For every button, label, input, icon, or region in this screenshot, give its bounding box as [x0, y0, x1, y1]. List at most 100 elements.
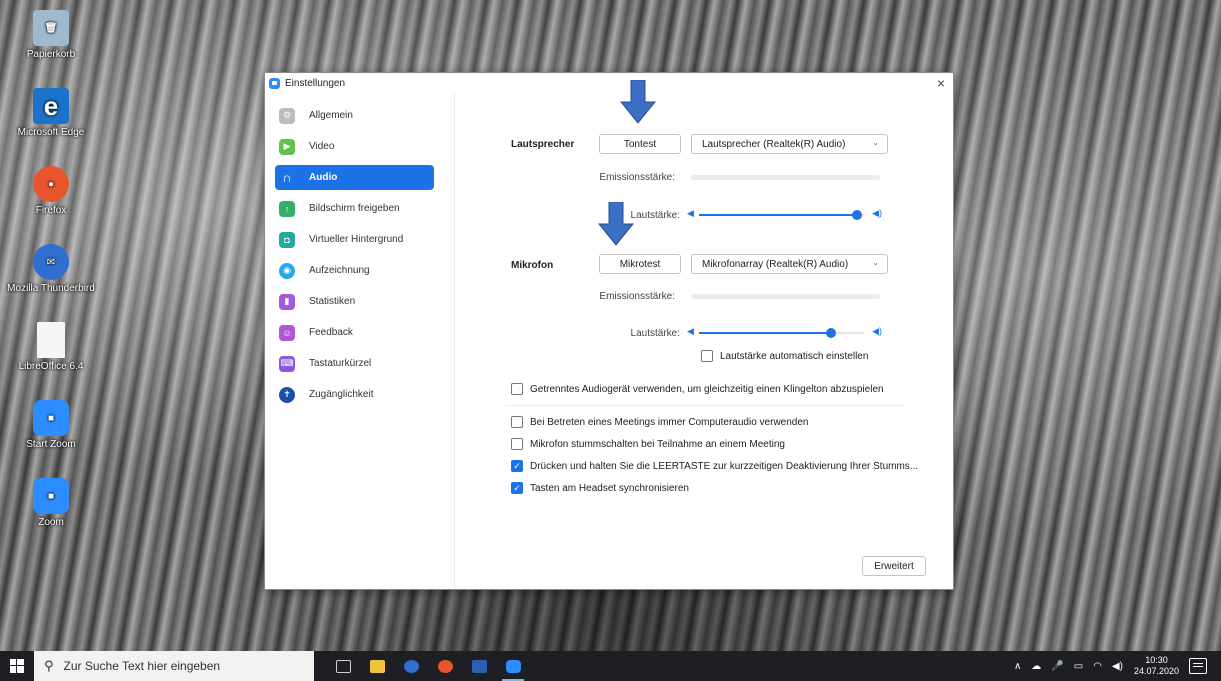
speaker-emission-label: Emissionsstärke: — [599, 172, 675, 183]
checkbox-label: Bei Betreten eines Meetings immer Comput… — [530, 416, 809, 428]
speaker-volume-slider[interactable]: ◀ ◀) — [687, 208, 882, 222]
slider-handle[interactable] — [852, 210, 863, 220]
windows-icon — [10, 659, 24, 673]
gear-icon: ⚙ — [279, 107, 295, 124]
mic-volume-slider[interactable]: ◀ ◀) — [687, 326, 882, 340]
desktop-icon-label: Start Zoom — [26, 439, 76, 450]
desktop-icon-thunderbird[interactable]: ✉ Mozilla Thunderbird — [6, 244, 96, 294]
wifi-icon[interactable]: ◠ — [1093, 661, 1102, 672]
start-button[interactable] — [0, 651, 34, 681]
sidebar-item-tastaturkuerzel[interactable]: ⌨ Tastaturkürzel — [275, 351, 434, 376]
taskbar-thunderbird[interactable] — [394, 651, 428, 681]
audio-settings-panel: Lautsprecher Tontest Lautsprecher (Realt… — [455, 93, 953, 589]
chevron-up-icon[interactable]: ∧ — [1014, 661, 1021, 672]
sidebar-item-label: Zugänglichkeit — [309, 389, 374, 400]
search-icon: ⚲ — [44, 658, 54, 673]
test-mic-button[interactable]: Mikrotest — [599, 254, 681, 274]
clock-date: 24.07.2020 — [1133, 666, 1179, 676]
taskbar-word[interactable] — [462, 651, 496, 681]
checkbox-box — [511, 383, 523, 395]
sidebar-item-aufzeichnung[interactable]: ◉ Aufzeichnung — [275, 258, 434, 283]
option-spacebar-unmute-checkbox[interactable]: ✓ Drücken und halten Sie die LEERTASTE z… — [511, 460, 918, 472]
task-view-icon — [335, 659, 351, 673]
sidebar-item-bildschirm-freigeben[interactable]: ↑ Bildschirm freigeben — [275, 196, 434, 221]
libreoffice-icon — [37, 322, 65, 358]
sidebar-item-label: Video — [309, 141, 335, 152]
mic-device-select[interactable]: Mikrofonarray (Realtek(R) Audio) ⌄ — [691, 254, 888, 274]
sidebar-item-video[interactable]: ▶ Video — [275, 134, 434, 159]
taskbar-search-box[interactable]: ⚲ Zur Suche Text hier eingeben — [34, 651, 314, 681]
volume-icon[interactable]: ◀) — [1112, 661, 1123, 672]
checkbox-label: Drücken und halten Sie die LEERTASTE zur… — [530, 460, 919, 472]
sidebar-item-zugaenglichkeit[interactable]: ✝ Zugänglichkeit — [275, 382, 434, 407]
desktop-icon-label: Microsoft Edge — [17, 127, 85, 138]
taskbar-task-view[interactable] — [326, 651, 360, 681]
settings-dialog: Einstellungen × ⚙ Allgemein ▶ Video ∩ Au… — [264, 72, 954, 590]
option-separate-ringtone-checkbox[interactable]: Getrenntes Audiogerät verwenden, um glei… — [511, 383, 884, 395]
battery-icon[interactable]: ▭ — [1074, 661, 1083, 672]
speaker-device-select[interactable]: Lautsprecher (Realtek(R) Audio) ⌄ — [691, 134, 888, 154]
cloud-icon[interactable]: ☁ — [1031, 661, 1041, 672]
desktop-icon-recycle-bin[interactable]: 🗑 Papierkorb — [6, 10, 96, 60]
sidebar-item-virtueller-hintergrund[interactable]: ◘ Virtueller Hintergrund — [275, 227, 434, 252]
record-icon: ◉ — [279, 262, 295, 279]
person-icon: ◘ — [279, 231, 295, 248]
speaker-device-value: Lautsprecher (Realtek(R) Audio) — [702, 138, 846, 150]
zoom-icon — [269, 77, 280, 89]
option-mute-mic-checkbox[interactable]: Mikrofon stummschalten bei Teilnahme an … — [511, 438, 785, 450]
speaker-low-icon: ◀ — [687, 326, 694, 336]
close-icon[interactable]: × — [937, 75, 945, 91]
sidebar-item-label: Allgemein — [309, 110, 353, 121]
sidebar-item-audio[interactable]: ∩ Audio — [275, 165, 434, 190]
microphone-icon[interactable]: 🎤 — [1051, 661, 1063, 672]
option-computer-audio-checkbox[interactable]: Bei Betreten eines Meetings immer Comput… — [511, 416, 808, 428]
sidebar-item-statistiken[interactable]: ▮ Statistiken — [275, 289, 434, 314]
desktop-icon-zoom[interactable]: ■ Zoom — [6, 478, 96, 528]
checkbox-label: Getrenntes Audiogerät verwenden, um glei… — [530, 383, 884, 395]
checkmark-icon: ✓ — [511, 460, 523, 472]
annotation-arrow-icon — [620, 80, 656, 124]
desktop-icon-label: LibreOffice 6.4 — [18, 361, 84, 372]
desktop-icon-firefox[interactable]: ● Firefox — [6, 166, 96, 216]
desktop-icon-libreoffice[interactable]: LibreOffice 6.4 — [6, 322, 96, 372]
checkbox-box — [511, 438, 523, 450]
sidebar-item-label: Feedback — [309, 327, 353, 338]
accessibility-icon: ✝ — [279, 386, 295, 403]
slider-handle[interactable] — [826, 328, 836, 338]
search-placeholder: Zur Suche Text hier eingeben — [63, 659, 221, 673]
sidebar-item-label: Bildschirm freigeben — [309, 203, 400, 214]
advanced-button[interactable]: Erweitert — [862, 556, 926, 576]
desktop-icon-label: Zoom — [38, 517, 64, 528]
checkbox-label: Mikrofon stummschalten bei Teilnahme an … — [530, 438, 785, 450]
auto-adjust-volume-checkbox[interactable]: Lautstärke automatisch einstellen — [701, 350, 868, 362]
taskbar-clock[interactable]: 10:30 24.07.2020 — [1134, 655, 1179, 677]
annotation-arrow-icon — [598, 202, 634, 246]
thunderbird-icon: ✉ — [33, 244, 69, 280]
mic-volume-label: Lautstärke: — [630, 328, 680, 339]
taskbar-zoom[interactable] — [496, 651, 530, 681]
checkbox-label: Lautstärke automatisch einstellen — [720, 350, 869, 362]
firefox-icon: ● — [33, 166, 69, 202]
desktop-icon-edge[interactable]: e Microsoft Edge — [6, 88, 96, 138]
title-bar: Einstellungen × — [265, 73, 953, 93]
desktop-icon-start-zoom[interactable]: ■ Start Zoom — [6, 400, 96, 450]
desktop-icon-label: Mozilla Thunderbird — [7, 283, 95, 294]
sidebar-item-feedback[interactable]: ☺ Feedback — [275, 320, 434, 345]
taskbar-file-explorer[interactable] — [360, 651, 394, 681]
speaker-high-icon: ◀) — [872, 326, 882, 336]
notifications-icon[interactable] — [1189, 658, 1207, 674]
edge-icon: e — [33, 88, 69, 124]
test-speaker-button[interactable]: Tontest — [599, 134, 681, 154]
sidebar-item-label: Virtueller Hintergrund — [309, 234, 404, 245]
sidebar-item-allgemein[interactable]: ⚙ Allgemein — [275, 103, 434, 128]
mic-level-meter — [691, 294, 880, 299]
taskbar-firefox[interactable] — [428, 651, 462, 681]
thunderbird-icon — [403, 659, 419, 673]
word-icon — [471, 659, 487, 673]
zoom-icon: ■ — [33, 478, 69, 514]
keyboard-icon: ⌨ — [279, 355, 295, 372]
option-sync-headset-checkbox[interactable]: ✓ Tasten am Headset synchronisieren — [511, 482, 689, 494]
checkbox-label: Tasten am Headset synchronisieren — [530, 482, 689, 494]
system-tray: ∧ ☁ 🎤 ▭ ◠ ◀) 10:30 24.07.2020 — [1009, 651, 1221, 681]
chevron-down-icon: ⌄ — [872, 258, 879, 267]
